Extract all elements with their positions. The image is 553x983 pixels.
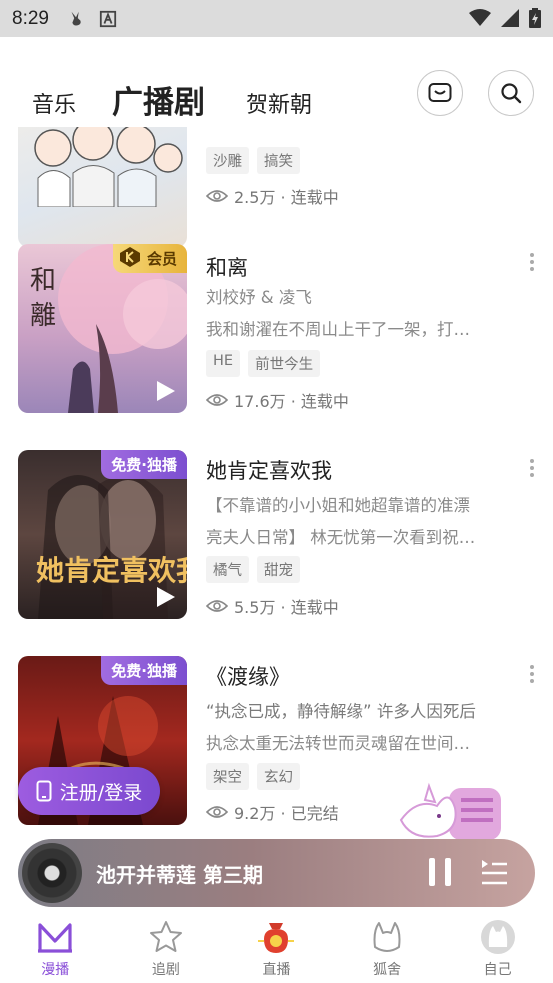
nav-label: 直播 bbox=[262, 962, 291, 978]
nav-item-fox-house[interactable]: 狐舍 bbox=[332, 909, 443, 983]
drama-summary-line1: 【不靠谱的小小姐和她超靠谱的准漂 bbox=[206, 496, 470, 515]
avatar-icon bbox=[480, 920, 515, 954]
pause-icon[interactable] bbox=[427, 858, 453, 886]
tag[interactable]: HE bbox=[206, 350, 241, 377]
nav-item-live[interactable]: 直播 bbox=[221, 909, 332, 983]
drama-feed: 沙雕 搞笑 2.5万 · 连载中 和 離 会员 和离 刘校妤 & 凌飞 我和谢濯… bbox=[0, 127, 553, 837]
views-text: 2.5万 · 连载中 bbox=[234, 188, 339, 207]
drama-summary-line2: 亮夫人日常】 林无忧第一次看到祝… bbox=[206, 528, 476, 547]
rabbit-notification-icon bbox=[71, 11, 81, 25]
cover-image bbox=[18, 127, 187, 247]
tag[interactable]: 甜宠 bbox=[257, 556, 300, 583]
drama-summary-line1: “执念已成，静待解缘” 许多人因死后 bbox=[206, 702, 476, 721]
chibi-artwork bbox=[34, 127, 183, 208]
drama-title[interactable]: 她肯定喜欢我 bbox=[206, 455, 332, 485]
more-options-icon[interactable] bbox=[529, 664, 535, 684]
bottom-nav: 漫播 追剧 直播 狐舍 自己 bbox=[0, 909, 553, 983]
tag-list: HE 前世今生 bbox=[206, 350, 321, 377]
fox-mascot-icon[interactable] bbox=[397, 780, 503, 846]
manbo-icon bbox=[38, 923, 73, 953]
register-login-button[interactable]: 注册/登录 bbox=[18, 767, 160, 815]
login-label: 注册/登录 bbox=[59, 781, 143, 804]
free-exclusive-badge: 免费·独播 bbox=[101, 656, 187, 685]
signal-icon bbox=[501, 9, 519, 27]
tab-music[interactable]: 音乐 bbox=[32, 87, 76, 119]
play-icon[interactable] bbox=[153, 585, 177, 609]
tag[interactable]: 架空 bbox=[206, 763, 249, 790]
play-stats: 5.5万 · 连载中 bbox=[206, 594, 339, 618]
more-options-icon[interactable] bbox=[529, 458, 535, 478]
svg-text:她肯定喜欢我: 她肯定喜欢我 bbox=[36, 554, 187, 587]
tag[interactable]: 橘气 bbox=[206, 556, 249, 583]
cover-image: 和 離 会员 bbox=[18, 244, 187, 413]
drama-title[interactable]: 和离 bbox=[206, 252, 248, 282]
drama-summary-line2: 执念太重无法转世而灵魂留在世间… bbox=[206, 734, 470, 753]
eye-icon bbox=[206, 190, 228, 202]
battery-icon bbox=[529, 8, 541, 28]
star-icon bbox=[149, 921, 182, 952]
tab-radio-drama[interactable]: 广播剧 bbox=[112, 77, 205, 122]
play-stats: 17.6万 · 连载中 bbox=[206, 388, 349, 412]
eye-icon bbox=[206, 806, 228, 818]
now-playing-title: 池开并蒂莲 第三期 bbox=[96, 863, 263, 887]
nav-label: 漫播 bbox=[41, 962, 70, 978]
search-icon bbox=[501, 83, 522, 104]
nav-item-follow[interactable]: 追剧 bbox=[111, 909, 222, 983]
drama-cast: 刘校妤 & 凌飞 bbox=[206, 288, 312, 307]
wifi-icon bbox=[469, 9, 491, 26]
phone-icon bbox=[36, 780, 52, 802]
playlist-icon[interactable] bbox=[480, 858, 508, 886]
cover-image: 她肯定喜欢我 免费·独播 bbox=[18, 450, 187, 619]
status-bar: 8:29 bbox=[0, 0, 553, 37]
svg-text:離: 離 bbox=[30, 301, 56, 331]
play-icon[interactable] bbox=[153, 379, 177, 403]
live-bag-icon bbox=[258, 923, 295, 953]
tag[interactable]: 沙雕 bbox=[206, 147, 249, 174]
views-text: 17.6万 · 连载中 bbox=[234, 392, 349, 411]
tag[interactable]: 搞笑 bbox=[257, 147, 300, 174]
eye-icon bbox=[206, 394, 228, 406]
k-logo-icon bbox=[119, 247, 140, 267]
status-icons bbox=[469, 8, 541, 28]
tag-list: 橘气 甜宠 bbox=[206, 556, 300, 583]
drama-title[interactable]: 《渡缘》 bbox=[206, 661, 290, 691]
play-stats: 2.5万 · 连载中 bbox=[206, 184, 339, 208]
fox-icon bbox=[373, 922, 401, 952]
list-item[interactable]: 和 離 会员 和离 刘校妤 & 凌飞 我和谢濯在不周山上干了一架，打… HE 前… bbox=[0, 244, 553, 414]
views-text: 9.2万 · 已完结 bbox=[234, 804, 339, 823]
album-disc[interactable] bbox=[22, 843, 82, 903]
list-item[interactable]: 沙雕 搞笑 2.5万 · 连载中 bbox=[0, 127, 553, 258]
a-notification-icon bbox=[99, 10, 117, 27]
drama-description: 我和谢濯在不周山上干了一架，打… bbox=[206, 320, 470, 339]
tag-list: 沙雕 搞笑 bbox=[206, 147, 300, 174]
badge-label: 会员 bbox=[146, 250, 177, 268]
nav-item-self[interactable]: 自己 bbox=[442, 909, 553, 983]
more-options-icon[interactable] bbox=[529, 252, 535, 272]
member-badge: 会员 bbox=[112, 244, 187, 273]
tag[interactable]: 前世今生 bbox=[248, 350, 321, 377]
svg-text:和: 和 bbox=[30, 266, 56, 296]
status-time: 8:29 bbox=[12, 7, 49, 29]
list-item[interactable]: 她肯定喜欢我 免费·独播 她肯定喜欢我 【不靠谱的小小姐和她超靠谱的准漂 亮夫人… bbox=[0, 450, 553, 620]
views-text: 5.5万 · 连载中 bbox=[234, 598, 339, 617]
tab-he-xin-chao[interactable]: 贺新朝 bbox=[246, 87, 312, 119]
nav-label: 追剧 bbox=[151, 962, 180, 978]
mini-player[interactable]: 池开并蒂莲 第三期 bbox=[18, 839, 535, 907]
tag[interactable]: 玄幻 bbox=[257, 763, 300, 790]
top-nav: 音乐 广播剧 贺新朝 bbox=[0, 37, 553, 127]
free-exclusive-badge: 免费·独播 bbox=[101, 450, 187, 479]
play-stats: 9.2万 · 已完结 bbox=[206, 800, 339, 824]
nav-label: 狐舍 bbox=[373, 962, 402, 978]
search-button[interactable] bbox=[488, 70, 534, 116]
tag-list: 架空 玄幻 bbox=[206, 763, 300, 790]
message-button[interactable] bbox=[417, 70, 463, 116]
nav-item-manbo[interactable]: 漫播 bbox=[0, 909, 111, 983]
nav-label: 自己 bbox=[483, 962, 512, 978]
mail-icon bbox=[428, 83, 452, 102]
eye-icon bbox=[206, 600, 228, 612]
